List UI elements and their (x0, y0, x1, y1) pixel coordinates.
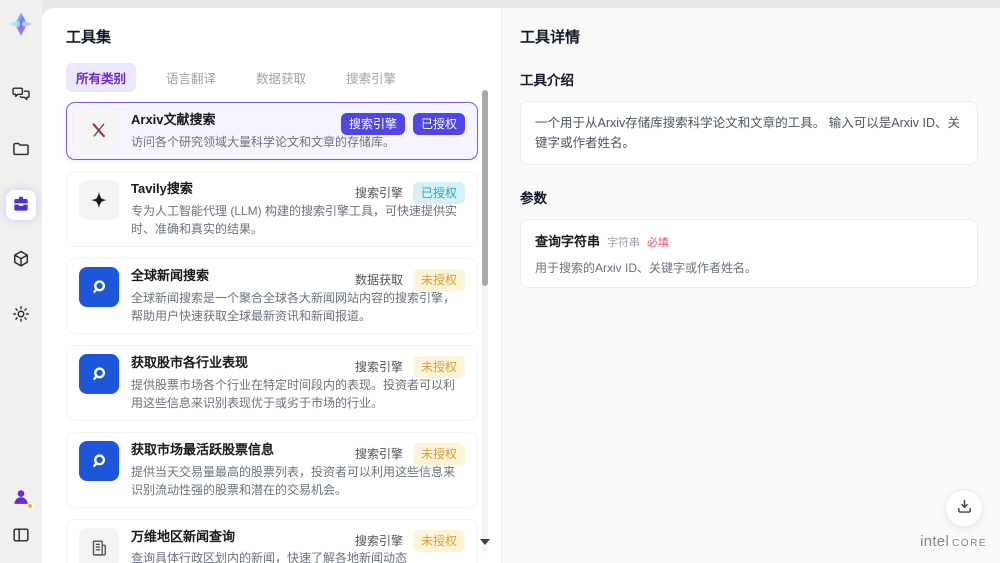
sidebar-item-settings[interactable] (6, 300, 36, 330)
sidebar (0, 0, 42, 563)
auth-status-badge: 未授权 (412, 355, 465, 378)
auth-status-badge: 未授权 (412, 529, 465, 552)
sidebar-collapse-button[interactable] (8, 523, 34, 549)
tavily-icon (79, 180, 119, 220)
searchblue-icon (79, 266, 119, 307)
category-tabs: 所有类别 语言翻译 数据获取 搜索引擎 (66, 63, 477, 92)
tool-list: Arxiv文献搜索 访问各个研究领域大量科学论文和文章的存储库。 搜索引擎 已授权 Ta… (66, 102, 478, 563)
auth-status-badge: 未授权 (412, 442, 465, 465)
param-header: 查询字符串 字符串 必填 (535, 231, 963, 250)
tab-category-0[interactable]: 所有类别 (66, 63, 137, 92)
intro-heading: 工具介绍 (520, 73, 574, 88)
category-badge: 搜索引擎 (354, 533, 403, 548)
param-name: 查询字符串 (535, 234, 601, 249)
sidebar-item-packages[interactable] (6, 245, 36, 275)
tab-category-1[interactable]: 语言翻译 (156, 63, 226, 92)
news-icon (79, 527, 119, 563)
tool-intro-text: 一个用于从Arxiv存储库搜索科学论文和文章的工具。 输入可以是Arxiv ID… (520, 101, 978, 165)
app-logo-icon (7, 10, 35, 38)
intel-core-logo: intel CORE (920, 533, 987, 550)
folder-icon (11, 139, 31, 162)
scrollbar[interactable] (482, 90, 488, 553)
settings-icon (11, 304, 31, 327)
tool-card[interactable]: 万维地区新闻查询 查询具体行政区划内的新闻，快速了解各地新闻动态 搜索引擎 未授权 (66, 518, 478, 563)
badge-group: 搜索引擎 已授权 (340, 113, 465, 135)
app-window: 工具集 所有类别 语言翻译 数据获取 搜索引擎 Arxiv文献搜索 访问各个研究领域大量… (0, 0, 1000, 563)
category-badge: 搜索引擎 (340, 113, 405, 135)
badge-group: 数据获取 未授权 (353, 268, 465, 291)
param-description: 用于搜索的Arxiv ID、关键字或作者姓名。 (535, 261, 758, 275)
tool-description: 访问各个研究领域大量科学论文和文章的存储库。 (131, 134, 396, 149)
badge-group: 搜索引擎 未授权 (353, 529, 465, 552)
badge-group: 搜索引擎 未授权 (353, 355, 465, 378)
sidebar-item-tools[interactable] (6, 190, 36, 220)
badge-group: 搜索引擎 已授权 (353, 182, 465, 204)
sidebar-item-account[interactable] (8, 485, 34, 511)
badge-group: 搜索引擎 未授权 (353, 442, 465, 465)
sidebar-item-files[interactable] (6, 135, 36, 165)
tool-description: 专为人工智能代理 (LLM) 构建的搜索引擎工具，可快速提供实时、准确和真实的结… (131, 203, 458, 236)
tool-card[interactable]: Tavily搜索 专为人工智能代理 (LLM) 构建的搜索引擎工具，可快速提供实时… (66, 171, 478, 247)
tab-category-2[interactable]: 数据获取 (246, 63, 316, 92)
detail-panel: 工具详情 工具介绍 一个用于从Arxiv存储库搜索科学论文和文章的工具。 输入可… (502, 8, 1000, 563)
arxiv-icon (79, 111, 119, 151)
param-card: 查询字符串 字符串 必填 用于搜索的Arxiv ID、关键字或作者姓名。 (520, 219, 978, 288)
detail-title: 工具详情 (520, 29, 581, 46)
tool-card[interactable]: 获取市场最活跃股票信息 提供当天交易量最高的股票列表，投资者可以利用这些信息来识别… (66, 431, 478, 508)
page-title: 工具集 (66, 29, 112, 46)
sidebar-bottom (8, 485, 34, 549)
params-heading: 参数 (520, 191, 547, 206)
category-badge: 搜索引擎 (354, 186, 403, 200)
panel-toggle-icon (11, 525, 31, 548)
searchblue-icon (79, 353, 119, 394)
chat-icon (11, 84, 31, 107)
download-button[interactable] (945, 489, 983, 527)
tool-description: 提供当天交易量最高的股票列表，投资者可以利用这些信息来识别流动性强的股票和潜在的… (131, 464, 456, 497)
category-badge: 数据获取 (354, 272, 403, 287)
tool-description: 全球新闻搜索是一个聚合全球各大新闻网站内容的搜索引擎，帮助用户快速获取全球最新资… (131, 290, 456, 323)
searchblue-icon (79, 440, 119, 481)
status-dot (27, 503, 33, 509)
param-type: 字符串 (607, 237, 641, 249)
category-badge: 搜索引擎 (354, 446, 403, 461)
toolbox-icon (11, 194, 31, 217)
category-badge: 搜索引擎 (354, 359, 403, 374)
auth-status-badge: 未授权 (412, 268, 465, 291)
auth-status-badge: 已授权 (412, 182, 465, 204)
tab-category-3[interactable]: 搜索引擎 (336, 63, 406, 92)
tool-card[interactable]: Arxiv文献搜索 访问各个研究领域大量科学论文和文章的存储库。 搜索引擎 已授权 (66, 102, 478, 160)
tool-card[interactable]: 全球新闻搜索 全球新闻搜索是一个聚合全球各大新闻网站内容的搜索引擎，帮助用户快速获… (66, 257, 478, 334)
tool-description: 提供股票市场各个行业在特定时间段内的表现。投资者可以利用这些信息来识别表现优于或… (131, 377, 456, 410)
package-icon (11, 249, 31, 272)
scrollbar-thumb[interactable] (482, 90, 488, 286)
main-content: 工具集 所有类别 语言翻译 数据获取 搜索引擎 Arxiv文献搜索 访问各个研究领域大量… (42, 8, 1000, 563)
scroll-down-icon[interactable] (480, 539, 490, 545)
user-icon (9, 486, 33, 510)
auth-status-badge: 已授权 (412, 113, 465, 135)
sidebar-nav (6, 80, 36, 330)
sidebar-item-chat[interactable] (6, 80, 36, 110)
tools-panel: 工具集 所有类别 语言翻译 数据获取 搜索引擎 Arxiv文献搜索 访问各个研究领域大量… (42, 8, 502, 563)
download-icon (955, 497, 974, 519)
tool-card[interactable]: 获取股市各行业表现 提供股票市场各个行业在特定时间段内的表现。投资者可以利用这些信… (66, 344, 478, 421)
param-required-flag: 必填 (647, 237, 670, 249)
